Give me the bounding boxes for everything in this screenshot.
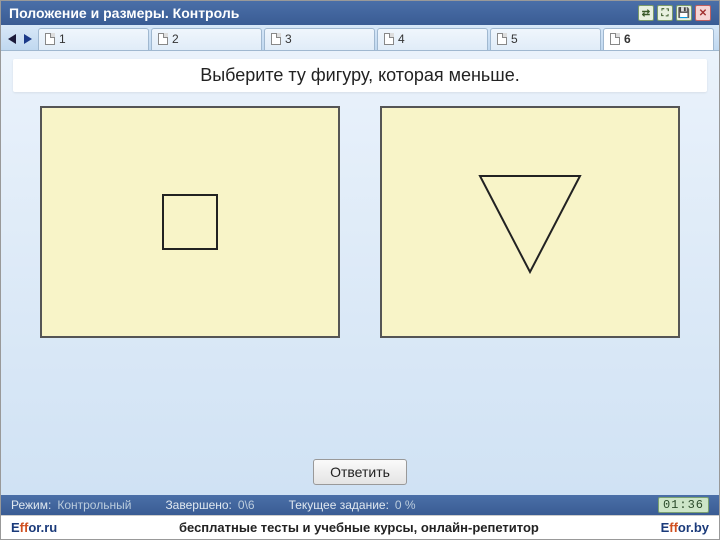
brand-left[interactable]: Effor.ru: [11, 520, 57, 535]
titlebar-buttons: ⇄ ⛶ 💾 ✕: [638, 5, 711, 21]
content-area: Выберите ту фигуру, которая меньше. Отве…: [1, 51, 719, 495]
current-label: Текущее задание:: [289, 498, 389, 512]
footer-tagline: бесплатные тесты и учебные курсы, онлайн…: [57, 520, 660, 535]
question-text: Выберите ту фигуру, которая меньше.: [13, 59, 707, 92]
mode-value: Контрольный: [57, 498, 131, 512]
tab-label: 2: [172, 32, 179, 46]
square-shape: [162, 194, 218, 250]
tab-3[interactable]: 3: [264, 28, 375, 50]
page-icon: [45, 33, 55, 45]
timer-display: 01:36: [658, 497, 709, 513]
page-icon: [384, 33, 394, 45]
tab-5[interactable]: 5: [490, 28, 601, 50]
tab-label: 4: [398, 32, 405, 46]
page-icon: [271, 33, 281, 45]
tab-strip: 1 2 3 4 5 6: [1, 25, 719, 51]
save-icon[interactable]: 💾: [676, 5, 692, 21]
tab-4[interactable]: 4: [377, 28, 488, 50]
tab-label: 6: [624, 32, 631, 46]
next-arrow-icon[interactable]: [22, 32, 36, 46]
answer-row: Ответить: [313, 459, 407, 489]
tab-label: 3: [285, 32, 292, 46]
status-bar: Режим: Контрольный Завершено: 0\6 Текуще…: [1, 495, 719, 515]
window-title: Положение и размеры. Контроль: [9, 5, 239, 21]
tab-label: 5: [511, 32, 518, 46]
app-window: Положение и размеры. Контроль ⇄ ⛶ 💾 ✕ 1 …: [0, 0, 720, 540]
triangle-shape: [460, 152, 600, 292]
mode-label: Режим:: [11, 498, 51, 512]
prev-arrow-icon[interactable]: [6, 32, 20, 46]
answer-button[interactable]: Ответить: [313, 459, 407, 485]
done-value: 0\6: [238, 498, 255, 512]
titlebar: Положение и размеры. Контроль ⇄ ⛶ 💾 ✕: [1, 1, 719, 25]
current-value: 0 %: [395, 498, 416, 512]
page-icon: [158, 33, 168, 45]
tab-6[interactable]: 6: [603, 28, 714, 50]
done-label: Завершено:: [165, 498, 231, 512]
tab-1[interactable]: 1: [38, 28, 149, 50]
close-icon[interactable]: ✕: [695, 5, 711, 21]
shuffle-icon[interactable]: ⇄: [638, 5, 654, 21]
footer: Effor.ru бесплатные тесты и учебные курс…: [1, 515, 719, 539]
maximize-icon[interactable]: ⛶: [657, 5, 673, 21]
page-icon: [497, 33, 507, 45]
tab-2[interactable]: 2: [151, 28, 262, 50]
figure-options: [13, 106, 707, 338]
tab-label: 1: [59, 32, 66, 46]
figure-option-triangle[interactable]: [380, 106, 680, 338]
figure-option-square[interactable]: [40, 106, 340, 338]
brand-right[interactable]: Effor.by: [661, 520, 709, 535]
page-icon: [610, 33, 620, 45]
